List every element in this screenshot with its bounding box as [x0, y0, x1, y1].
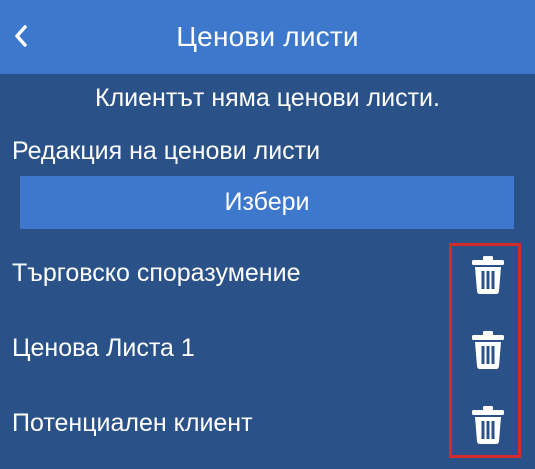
trash-icon: [472, 406, 504, 444]
section-label: Редакция на ценови листи: [12, 136, 321, 165]
list-item: Търговско споразумение: [0, 243, 535, 303]
delete-button[interactable]: [466, 328, 510, 372]
empty-message: Клиентът няма ценови листи.: [95, 83, 440, 112]
list-item: Ценова Листа 1: [0, 318, 535, 378]
price-list-label: Потенциален клиент: [12, 408, 253, 437]
trash-icon: [472, 256, 504, 294]
delete-button[interactable]: [466, 403, 510, 447]
delete-button[interactable]: [466, 253, 510, 297]
page-title: Ценови листи: [176, 21, 359, 52]
list-item: Потенциален клиент: [0, 393, 535, 453]
app-header: Ценови листи: [0, 0, 535, 74]
trash-icon: [472, 331, 504, 369]
price-list-label: Търговско споразумение: [12, 258, 301, 287]
select-button[interactable]: Избери: [20, 176, 514, 229]
price-list-label: Ценова Листа 1: [12, 333, 195, 362]
